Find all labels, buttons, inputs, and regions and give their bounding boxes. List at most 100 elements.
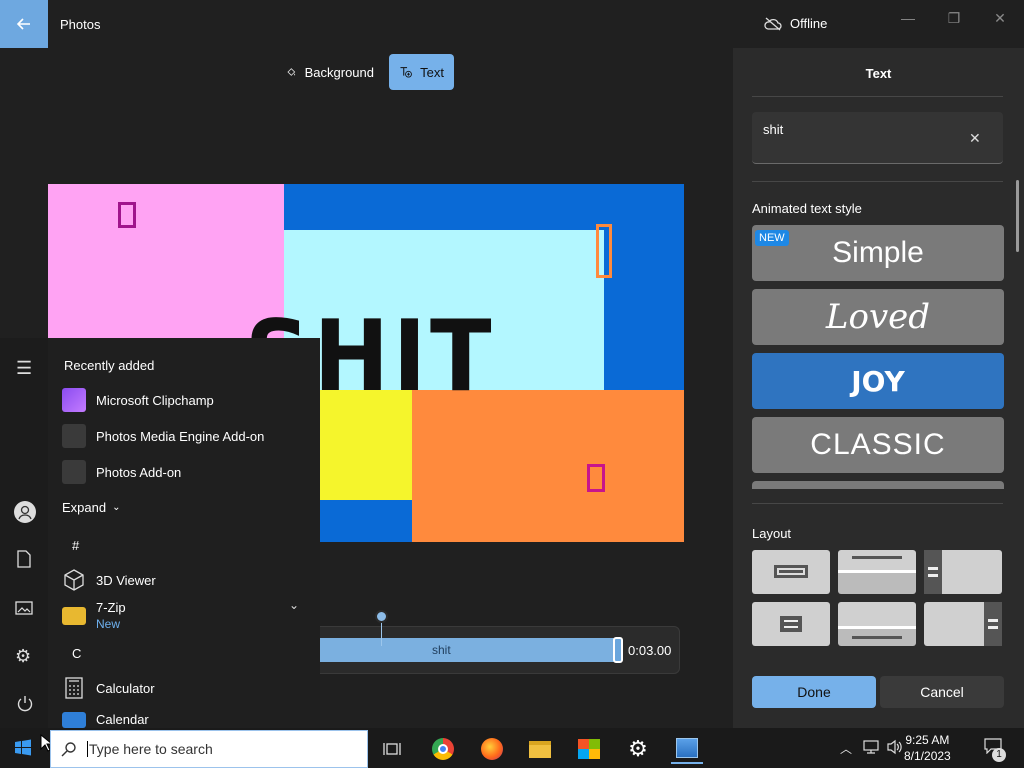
text-label: Text xyxy=(420,64,444,80)
style-loved-label: Loved xyxy=(825,297,931,337)
new-badge: NEW xyxy=(755,230,789,246)
text-input[interactable] xyxy=(752,112,1003,164)
magenta-rectangle-shape xyxy=(587,464,605,492)
pictures-icon[interactable] xyxy=(15,600,33,619)
text-button[interactable]: Text xyxy=(389,54,454,90)
list-item[interactable]: 3D Viewer xyxy=(62,568,156,592)
back-arrow-icon xyxy=(16,18,30,30)
app-label: Photos Media Engine Add-on xyxy=(96,428,265,444)
windows-start-icon[interactable] xyxy=(14,739,32,760)
app-title: Photos xyxy=(60,17,101,32)
layout-bottom-title[interactable] xyxy=(838,602,916,646)
expand-label: Expand xyxy=(62,500,107,515)
list-item[interactable]: Microsoft Clipchamp xyxy=(62,388,214,412)
text-add-icon xyxy=(400,67,412,78)
layout-center-box[interactable] xyxy=(752,602,830,646)
hamburger-menu-icon[interactable]: ☰ xyxy=(16,358,32,379)
network-icon[interactable] xyxy=(863,740,879,757)
style-joy[interactable]: JOY xyxy=(752,353,1004,409)
close-button[interactable]: ✕ xyxy=(990,10,1010,27)
file-explorer-icon[interactable] xyxy=(524,734,556,764)
documents-icon[interactable] xyxy=(16,550,32,571)
minimize-button[interactable]: — xyxy=(898,10,918,26)
offline-label: Offline xyxy=(790,16,828,31)
clip-label: shit xyxy=(432,643,451,657)
photos-app-icon[interactable] xyxy=(671,734,703,764)
new-tag: New xyxy=(96,617,121,631)
search-icon xyxy=(61,742,76,757)
layout-center-band[interactable] xyxy=(752,550,830,594)
title-bar: Photos Offline — ❐ ✕ xyxy=(0,0,1024,48)
expand-button[interactable]: Expand ⌄ xyxy=(62,500,120,515)
app-label: Microsoft Clipchamp xyxy=(96,392,214,408)
letter-header-c[interactable]: C xyxy=(72,646,81,661)
cloud-offline-icon xyxy=(764,17,782,30)
chevron-up-icon[interactable]: ︿ xyxy=(840,740,852,757)
panel-scrollbar[interactable] xyxy=(1016,180,1019,252)
notification-count: 1 xyxy=(992,748,1006,762)
app-label: Calculator xyxy=(96,680,155,696)
clip-duration: 0:03.00 xyxy=(628,643,672,658)
animated-style-label: Animated text style xyxy=(752,201,862,216)
done-button[interactable]: Done xyxy=(752,676,876,708)
search-placeholder: Type here to search xyxy=(87,741,213,757)
text-input-value: shit xyxy=(763,122,784,137)
style-simple[interactable]: Simple xyxy=(752,225,1004,281)
style-next-card[interactable] xyxy=(752,481,1004,489)
settings-icon[interactable]: ⚙ xyxy=(622,734,654,764)
cube-3d-icon xyxy=(62,568,86,592)
settings-gear-icon[interactable]: ⚙ xyxy=(15,646,31,667)
app-label: Calendar xyxy=(96,712,149,727)
search-box[interactable]: Type here to search xyxy=(50,730,368,768)
orange-rectangle-shape xyxy=(596,224,612,278)
trim-handle-end[interactable] xyxy=(613,637,623,663)
list-item-7zip[interactable]: 7-Zip New xyxy=(62,600,126,632)
clear-text-icon[interactable]: ✕ xyxy=(969,130,981,147)
panel-title: Text xyxy=(865,66,892,81)
start-rail xyxy=(0,338,48,728)
recently-added-heading: Recently added xyxy=(64,358,155,373)
cancel-button[interactable]: Cancel xyxy=(880,676,1004,708)
task-view-icon[interactable] xyxy=(376,734,408,764)
calendar-icon xyxy=(62,712,86,728)
volume-icon[interactable] xyxy=(886,739,904,758)
chrome-icon[interactable] xyxy=(427,734,459,764)
list-item[interactable]: Photos Media Engine Add-on xyxy=(62,424,264,448)
clock-date: 8/1/2023 xyxy=(904,749,951,763)
restore-button[interactable]: ❐ xyxy=(944,10,964,27)
mouse-cursor-icon xyxy=(40,733,54,752)
divider xyxy=(752,96,1003,97)
app-label: 7-Zip xyxy=(96,600,126,615)
store-icon[interactable] xyxy=(573,734,605,764)
list-item[interactable]: Calculator xyxy=(62,676,155,700)
folder-icon xyxy=(62,607,86,625)
layout-top-title[interactable] xyxy=(838,550,916,594)
background-label: Background xyxy=(304,64,374,80)
user-account-icon[interactable] xyxy=(14,501,36,523)
layout-left-bar[interactable] xyxy=(924,550,1002,594)
layout-right-bar[interactable] xyxy=(924,602,1002,646)
style-loved[interactable]: Loved xyxy=(752,289,1004,345)
list-item[interactable]: Calendar xyxy=(62,712,149,728)
style-classic[interactable]: CLASSIC xyxy=(752,417,1004,473)
photos-addon-icon xyxy=(62,460,86,484)
firefox-icon[interactable] xyxy=(476,734,508,764)
style-classic-label: CLASSIC xyxy=(810,428,946,461)
offline-status[interactable]: Offline xyxy=(764,16,827,31)
back-button[interactable] xyxy=(0,0,48,48)
list-item[interactable]: Photos Add-on xyxy=(62,460,181,484)
photos-engine-icon xyxy=(62,424,86,448)
clipchamp-icon xyxy=(62,388,86,412)
style-joy-label: JOY xyxy=(851,364,905,398)
playhead-knob[interactable] xyxy=(375,610,388,623)
calculator-icon xyxy=(62,676,86,700)
system-clock[interactable]: 9:25 AM 8/1/2023 xyxy=(904,732,951,764)
purple-rectangle-shape xyxy=(118,202,136,228)
app-label: Photos Add-on xyxy=(96,464,182,480)
power-icon[interactable] xyxy=(16,695,34,716)
background-button[interactable]: Background xyxy=(276,54,384,90)
paint-bucket-icon xyxy=(287,68,296,76)
style-simple-label: Simple xyxy=(832,236,924,269)
letter-header-hash[interactable]: # xyxy=(72,538,79,553)
chevron-down-icon[interactable]: ⌄ xyxy=(289,598,299,612)
